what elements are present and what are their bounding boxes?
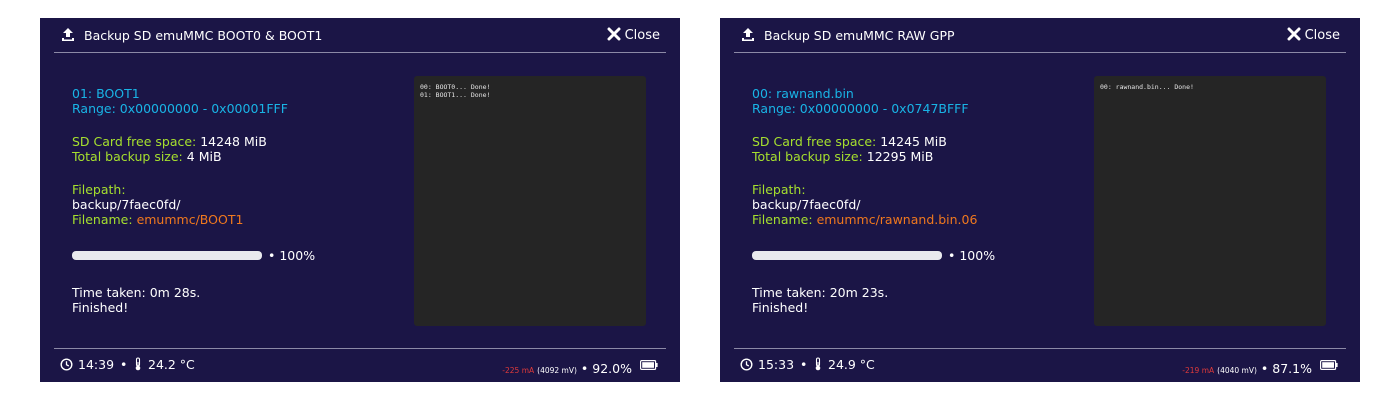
filename-line: Filename: emummc/rawnand.bin.06 [752,212,977,227]
progress-bar [752,251,942,260]
progress-bar [72,251,262,260]
close-icon [1287,27,1301,41]
progress-label: • 100% [268,248,316,263]
backup-panel-rawnand: Backup SD emuMMC RAW GPP Close 00: rawna… [720,18,1360,382]
filepath-label: Filepath: [752,182,806,197]
upload-icon [62,28,74,41]
log-line: 00: BOOT0... Done! [420,83,491,91]
total-size-value: 4 MiB [186,149,222,164]
free-space-label: SD Card free space: [72,134,197,149]
partition-label: 00: rawnand.bin [752,86,854,101]
thermometer-icon [135,357,141,371]
battery-voltage: (4040 mV) [1217,366,1257,375]
total-size-line: Total backup size: 4 MiB [72,149,222,164]
panel-header: Backup SD emuMMC RAW GPP Close [734,18,1346,53]
range-label: Range: 0x00000000 - 0x00001FFF [72,101,288,116]
separator: • [800,357,808,372]
close-label: Close [1304,28,1340,43]
time-taken: Time taken: 20m 23s. [752,285,889,300]
clock-time: 15:33 [758,357,795,372]
battery-voltage: (4092 mV) [537,366,577,375]
upload-icon [742,28,754,41]
status-bar: 14:39 • 24.2 °C -225 mA (4092 mV) • 92.0% [54,348,666,382]
time-taken: Time taken: 0m 28s. [72,285,201,300]
filepath-value: backup/7faec0fd/ [752,197,861,212]
log-line: 00: rawnand.bin... Done! [1100,83,1194,91]
total-size-value: 12295 MiB [866,149,934,164]
temperature: 24.2 °C [148,357,195,372]
battery-percent: 92.0% [592,361,632,376]
filename-label: Filename: [752,212,813,227]
filename-line: Filename: emummc/BOOT1 [72,212,243,227]
battery-current: -225 mA [502,366,535,375]
thermometer-icon [815,357,821,371]
battery-icon [640,360,658,370]
status-bar: 15:33 • 24.9 °C -219 mA (4040 mV) • 87.1% [734,348,1346,382]
close-button[interactable]: Close [1287,27,1340,43]
backup-panel-boot: Backup SD emuMMC BOOT0 & BOOT1 Close 01:… [40,18,680,382]
free-space-value: 14245 MiB [880,134,947,149]
filepath-value: backup/7faec0fd/ [72,197,181,212]
filename-value: emummc/rawnand.bin.06 [816,212,978,227]
filepath-label: Filepath: [72,182,126,197]
panel-header: Backup SD emuMMC BOOT0 & BOOT1 Close [54,18,666,53]
battery-percent: 87.1% [1272,361,1312,376]
range-label: Range: 0x00000000 - 0x0747BFFF [752,101,969,116]
clock-icon [740,358,753,371]
total-size-label: Total backup size: [72,149,183,164]
log-console: 00: rawnand.bin... Done! [1094,76,1326,326]
free-space-line: SD Card free space: 14245 MiB [752,134,947,149]
log-line: 01: BOOT1... Done! [420,91,491,99]
free-space-value: 14248 MiB [200,134,267,149]
power-info: -219 mA (4040 mV) • 87.1% [1182,358,1312,377]
filename-label: Filename: [72,212,133,227]
temperature: 24.9 °C [828,357,875,372]
close-icon [607,27,621,41]
separator: • [120,357,128,372]
separator: • [1260,361,1269,376]
finished-label: Finished! [752,300,809,315]
panel-title: Backup SD emuMMC RAW GPP [764,28,955,43]
panel-title: Backup SD emuMMC BOOT0 & BOOT1 [84,28,323,43]
progress-label: • 100% [948,248,996,263]
free-space-label: SD Card free space: [752,134,877,149]
battery-current: -219 mA [1182,366,1215,375]
power-info: -225 mA (4092 mV) • 92.0% [502,358,632,377]
total-size-line: Total backup size: 12295 MiB [752,149,933,164]
battery-icon [1320,360,1338,370]
filename-value: emummc/BOOT1 [136,212,244,227]
close-button[interactable]: Close [607,27,660,43]
partition-label: 01: BOOT1 [72,86,140,101]
clock-icon [60,358,73,371]
total-size-label: Total backup size: [752,149,863,164]
clock-time: 14:39 [78,357,115,372]
separator: • [580,361,589,376]
finished-label: Finished! [72,300,129,315]
free-space-line: SD Card free space: 14248 MiB [72,134,267,149]
log-console: 00: BOOT0... Done! 01: BOOT1... Done! [414,76,646,326]
close-label: Close [624,28,660,43]
